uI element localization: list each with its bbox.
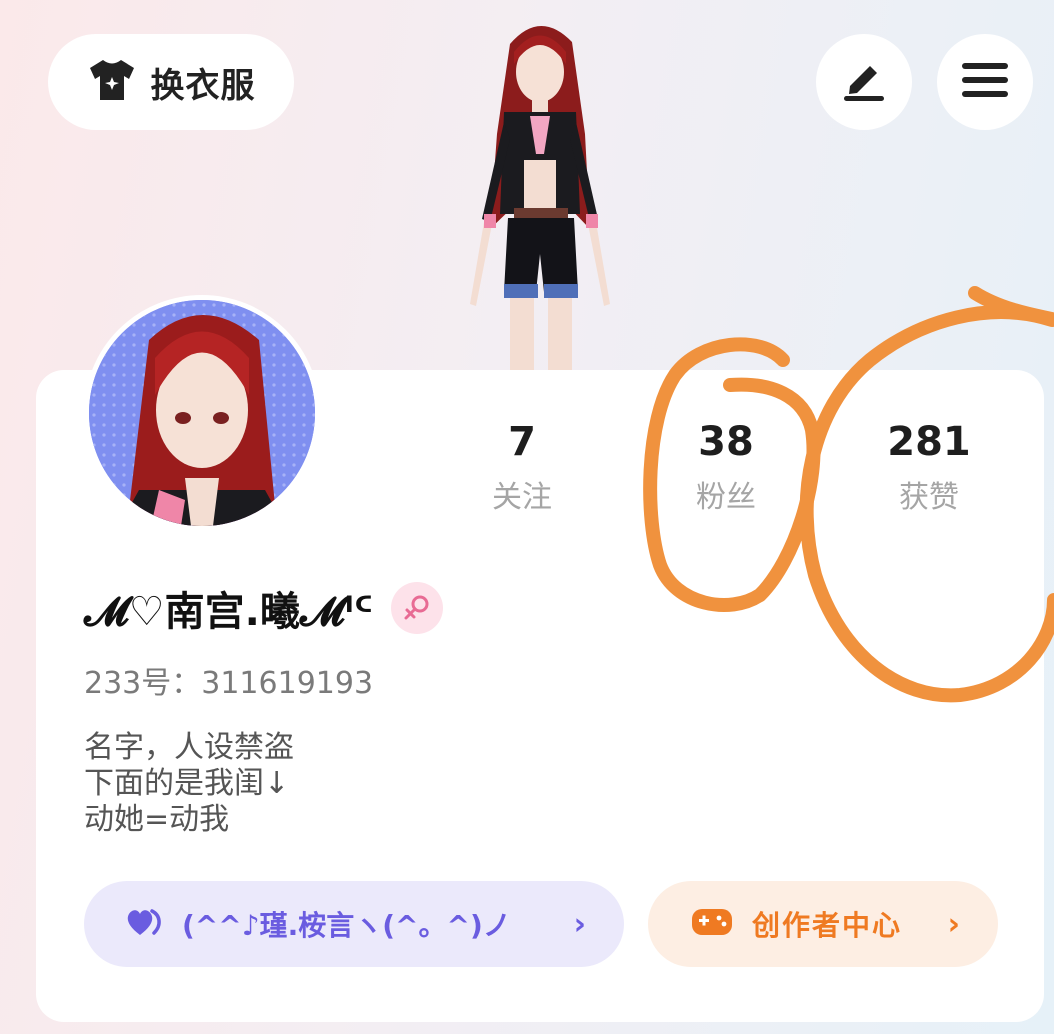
hearts-icon: [126, 907, 164, 941]
best-friend-label: (^^♪瑾.桉言ヽ(^。^)ノ: [182, 909, 511, 942]
stat-fans[interactable]: 38 粉丝: [636, 418, 816, 518]
gamepad-icon: [690, 905, 734, 943]
best-friend-button[interactable]: (^^♪瑾.桉言ヽ(^。^)ノ ›: [84, 881, 624, 967]
following-label: 关注: [492, 480, 552, 515]
female-icon: [391, 582, 444, 634]
tshirt-icon: [87, 57, 137, 107]
hamburger-menu-icon: [962, 61, 1008, 103]
bio-line: 下面的是我闺↓: [84, 766, 290, 801]
stat-likes[interactable]: 281 获赞: [839, 418, 1019, 518]
user-id: 233号：311619193: [84, 666, 374, 701]
avatar[interactable]: [84, 295, 320, 531]
creator-center-button[interactable]: 创作者中心 ›: [648, 881, 998, 967]
edit-profile-button[interactable]: [816, 34, 912, 130]
wardrobe-button[interactable]: 换衣服: [48, 34, 294, 130]
stat-following[interactable]: 7 关注: [432, 418, 612, 518]
fans-label: 粉丝: [696, 480, 756, 515]
bio: 名字，人设禁盗 下面的是我闺↓ 动她=动我: [84, 730, 294, 838]
chevron-right-icon: ›: [947, 906, 960, 942]
likes-count: 281: [887, 419, 971, 465]
following-count: 7: [508, 419, 536, 465]
chevron-right-icon: ›: [573, 906, 586, 942]
avatar-3d-model[interactable]: [440, 14, 640, 374]
wardrobe-label: 换衣服: [150, 65, 256, 106]
name-row: 𝓜♡南宫.曦𝓜ᑊᑦ: [84, 578, 444, 638]
likes-label: 获赞: [899, 480, 959, 515]
fans-count: 38: [698, 419, 754, 465]
pen-icon: [840, 58, 888, 106]
menu-button[interactable]: [937, 34, 1033, 130]
bio-line: 名字，人设禁盗: [84, 730, 294, 765]
bio-line: 动她=动我: [84, 802, 230, 837]
nickname: 𝓜♡南宫.曦𝓜ᑊᑦ: [84, 589, 374, 635]
creator-center-label: 创作者中心: [752, 909, 903, 942]
